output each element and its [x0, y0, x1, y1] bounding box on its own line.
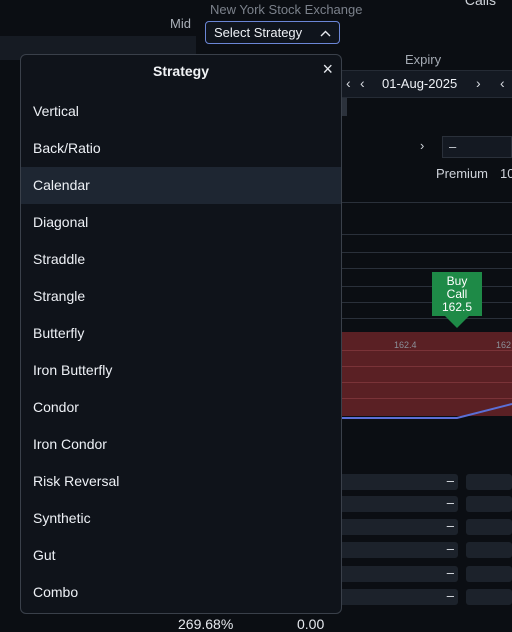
strategy-item[interactable]: Iron Butterfly — [21, 352, 341, 389]
strategy-list: Vertical Back/Ratio Calendar Diagonal St… — [21, 93, 341, 611]
option-cell[interactable] — [466, 566, 512, 582]
exchange-label: New York Stock Exchange — [210, 2, 363, 17]
strike-input[interactable]: – — [442, 136, 512, 158]
premium-value: 10 — [500, 166, 512, 181]
option-cell[interactable]: – — [336, 473, 458, 490]
option-cell[interactable]: – — [336, 495, 458, 512]
chevron-left-icon[interactable]: ‹ — [346, 75, 351, 91]
strategy-popup: Strategy × Vertical Back/Ratio Calendar … — [20, 54, 342, 614]
strategy-item[interactable]: Back/Ratio — [21, 130, 341, 167]
expiry-date: 01-Aug-2025 — [382, 76, 458, 91]
strategy-item[interactable]: Calendar — [21, 167, 341, 204]
strategy-item[interactable]: Straddle — [21, 241, 341, 278]
footer-value: 0.00 — [297, 616, 325, 632]
option-cell[interactable] — [466, 496, 512, 512]
payoff-line — [342, 403, 512, 419]
strategy-item[interactable]: Condor — [21, 389, 341, 426]
expiry-label: Expiry — [405, 52, 442, 67]
close-icon[interactable]: × — [322, 59, 333, 80]
strategy-item[interactable]: Risk Reversal — [21, 463, 341, 500]
strategy-item[interactable]: Butterfly — [21, 315, 341, 352]
axis-tick-label: 162.4 — [394, 340, 417, 350]
option-cell-value: – — [446, 495, 454, 510]
expiry-selector: ‹ ‹ 01-Aug-2025 › ‹ — [342, 70, 512, 98]
option-cell[interactable]: – — [336, 518, 458, 535]
strike-row: › – — [342, 136, 512, 158]
option-cell[interactable] — [466, 519, 512, 535]
axis-tick-label: 162 — [496, 340, 512, 350]
option-cell-value: – — [446, 473, 454, 488]
option-cell-value: – — [446, 518, 454, 533]
payoff-chart: 162.4 162 Buy Call 162.5 — [342, 182, 512, 442]
option-cell[interactable]: – — [336, 588, 458, 605]
premium-label: Premium — [436, 166, 489, 181]
option-cell-value: – — [446, 541, 454, 556]
chevron-left-icon[interactable]: ‹ — [500, 75, 505, 91]
option-cell-value: – — [446, 588, 454, 603]
chevron-right-icon[interactable]: › — [476, 75, 481, 91]
option-cell[interactable] — [466, 589, 512, 605]
select-strategy-button[interactable]: Select Strategy — [205, 21, 340, 44]
strategy-item[interactable]: Combo — [21, 574, 341, 611]
mid-header: Mid — [170, 16, 191, 31]
chevron-right-icon[interactable]: › — [420, 138, 424, 153]
option-cell[interactable]: – — [336, 541, 458, 558]
option-cell-value: – — [446, 565, 454, 580]
panel-tab — [342, 98, 347, 116]
strategy-item[interactable]: Synthetic — [21, 500, 341, 537]
option-cell[interactable] — [466, 542, 512, 558]
buy-call-marker[interactable]: Buy Call 162.5 — [432, 272, 482, 328]
option-cell[interactable]: – — [336, 565, 458, 582]
strategy-item[interactable]: Iron Condor — [21, 426, 341, 463]
strategy-item[interactable]: Strangle — [21, 278, 341, 315]
chevron-up-icon — [320, 25, 331, 40]
chevron-left-icon[interactable]: ‹ — [360, 75, 365, 91]
select-strategy-label: Select Strategy — [214, 25, 303, 40]
strategy-item[interactable]: Vertical — [21, 93, 341, 130]
footer-percent: 269.68% — [178, 616, 234, 632]
popup-title: Strategy — [152, 63, 210, 79]
buy-badge-line3: 162.5 — [441, 300, 473, 314]
option-cell[interactable] — [466, 474, 512, 490]
strategy-item[interactable]: Gut — [21, 537, 341, 574]
strategy-item[interactable]: Diagonal — [21, 204, 341, 241]
